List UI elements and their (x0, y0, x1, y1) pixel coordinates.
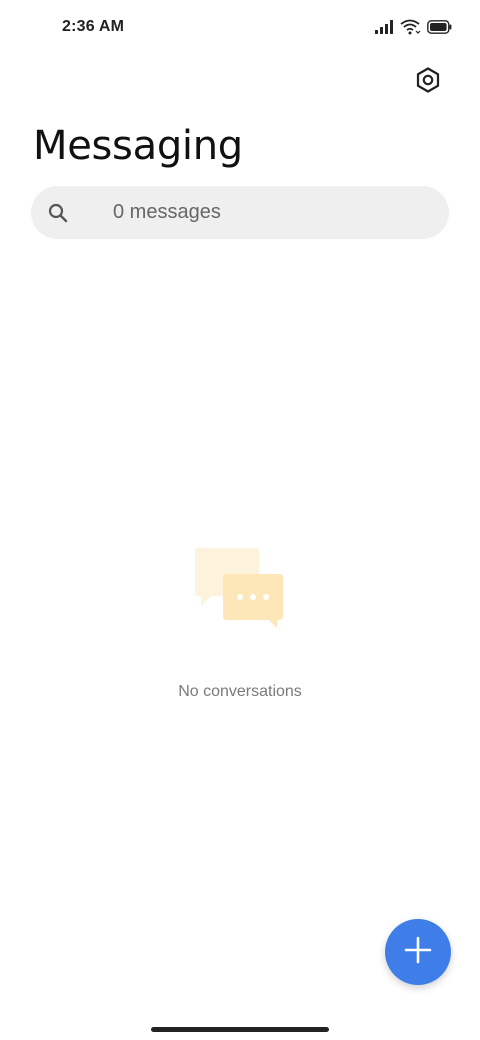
battery-icon (427, 20, 452, 34)
signal-icon (375, 20, 394, 34)
new-conversation-button[interactable] (385, 919, 451, 985)
search-icon (47, 202, 69, 224)
plus-icon (403, 935, 433, 970)
gear-icon (415, 66, 441, 98)
empty-state-text: No conversations (178, 683, 302, 700)
search-bar[interactable] (31, 186, 449, 239)
chat-bubbles-icon (193, 546, 287, 628)
search-input[interactable] (113, 186, 433, 239)
home-indicator[interactable] (151, 1027, 329, 1032)
wifi-icon (400, 19, 421, 35)
status-time: 2:36 AM (62, 18, 125, 35)
status-bar: 2:36 AM (0, 0, 480, 56)
page-title: Messaging (33, 123, 243, 169)
status-icons (375, 18, 452, 36)
settings-button[interactable] (410, 64, 446, 100)
